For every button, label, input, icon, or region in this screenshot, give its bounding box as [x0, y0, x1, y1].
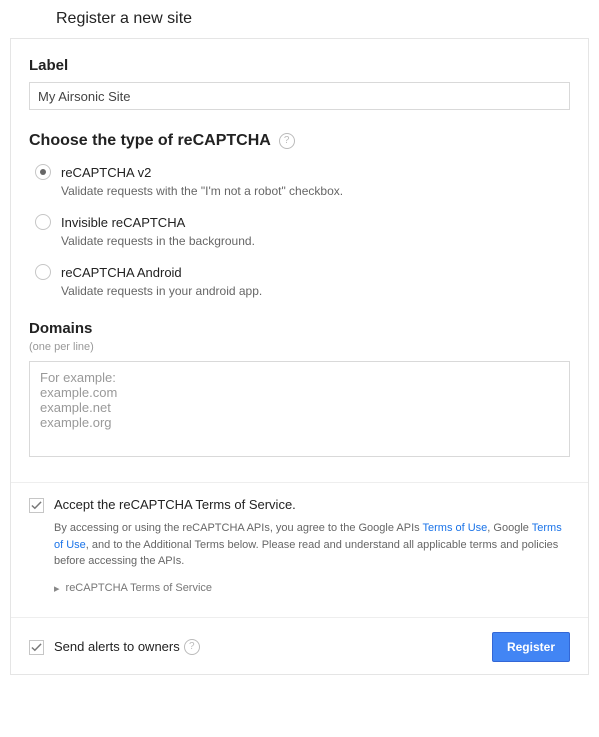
divider-2	[11, 617, 588, 618]
terms-collapsed-label: reCAPTCHA Terms of Service	[66, 582, 213, 594]
divider	[11, 482, 588, 483]
radio-item-invisible: Invisible reCAPTCHA Validate requests in…	[35, 214, 570, 248]
radio-button-invisible[interactable]	[35, 214, 51, 230]
terms-link-apis[interactable]: Terms of Use	[423, 522, 488, 534]
terms-description: By accessing or using the reCAPTCHA APIs…	[54, 520, 570, 570]
radio-desc-invisible: Validate requests in the background.	[61, 234, 570, 248]
alerts-line: Send alerts to owners ?	[29, 639, 200, 655]
type-heading-text: Choose the type of reCAPTCHA	[29, 132, 270, 149]
domains-heading: Domains	[29, 320, 570, 337]
radio-label-invisible: Invisible reCAPTCHA	[61, 215, 185, 230]
domains-hint: (one per line)	[29, 341, 570, 353]
radio-item-android: reCAPTCHA Android Validate requests in y…	[35, 264, 570, 298]
label-section: Label	[29, 57, 570, 110]
radio-desc-android: Validate requests in your android app.	[61, 284, 570, 298]
type-heading: Choose the type of reCAPTCHA ?	[29, 132, 570, 150]
terms-desc-mid: , Google	[487, 522, 531, 534]
label-input[interactable]	[29, 82, 570, 110]
radio-label-android: reCAPTCHA Android	[61, 265, 182, 280]
page-title: Register a new site	[56, 10, 589, 28]
help-icon[interactable]: ?	[279, 133, 295, 149]
terms-label: Accept the reCAPTCHA Terms of Service.	[54, 497, 570, 512]
radio-button-v2[interactable]	[35, 164, 51, 180]
radio-button-android[interactable]	[35, 264, 51, 280]
footer-row: Send alerts to owners ? Register	[29, 632, 570, 662]
terms-checkbox[interactable]	[29, 498, 44, 513]
label-heading: Label	[29, 57, 570, 74]
help-icon[interactable]: ?	[184, 639, 200, 655]
register-panel: Label Choose the type of reCAPTCHA ? reC…	[10, 38, 589, 675]
alerts-checkbox[interactable]	[29, 640, 44, 655]
check-icon	[31, 642, 42, 653]
radio-label-v2: reCAPTCHA v2	[61, 165, 151, 180]
radio-desc-v2: Validate requests with the "I'm not a ro…	[61, 184, 570, 198]
chevron-right-icon: ▸	[54, 582, 60, 595]
radio-item-v2: reCAPTCHA v2 Validate requests with the …	[35, 164, 570, 198]
alerts-label: Send alerts to owners	[54, 639, 180, 654]
terms-expand-toggle[interactable]: ▸ reCAPTCHA Terms of Service	[54, 582, 570, 595]
terms-desc-suffix: , and to the Additional Terms below. Ple…	[54, 539, 558, 568]
domains-textarea[interactable]	[29, 361, 570, 457]
type-section: Choose the type of reCAPTCHA ? reCAPTCHA…	[29, 132, 570, 298]
terms-desc-prefix: By accessing or using the reCAPTCHA APIs…	[54, 522, 423, 534]
recaptcha-type-radio-group: reCAPTCHA v2 Validate requests with the …	[35, 164, 570, 298]
check-icon	[31, 500, 42, 511]
domains-section: Domains (one per line)	[29, 320, 570, 460]
terms-section: Accept the reCAPTCHA Terms of Service. B…	[29, 497, 570, 595]
register-button[interactable]: Register	[492, 632, 570, 662]
